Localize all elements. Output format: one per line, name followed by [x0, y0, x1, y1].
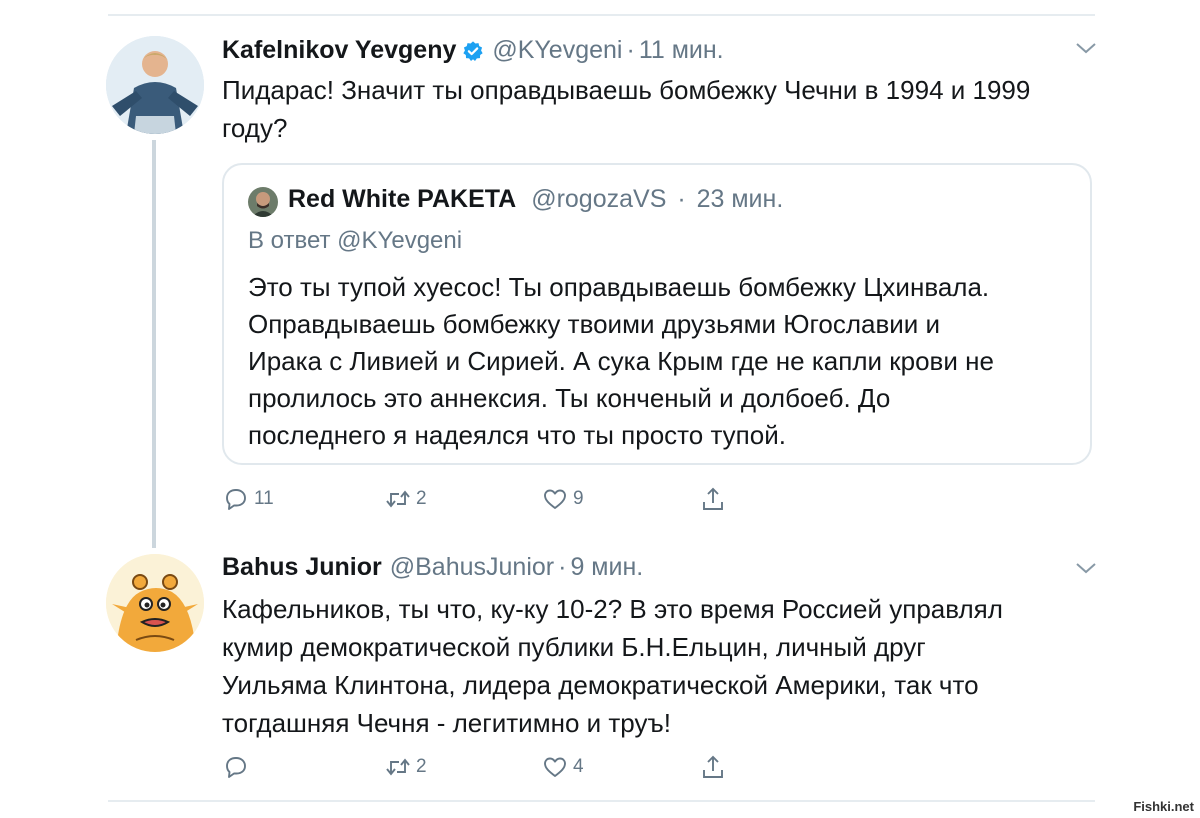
like-button[interactable]: 9 — [541, 485, 584, 513]
heart-icon — [544, 489, 566, 509]
avatar[interactable] — [106, 554, 204, 652]
avatar-cartoon-image — [106, 554, 204, 652]
verified-badge-icon — [463, 40, 483, 61]
quoted-avatar[interactable] — [248, 187, 278, 217]
tweet-text: Пидарас! Значит ты оправдываешь бомбежку… — [222, 71, 1092, 147]
author-name[interactable]: Bahus Junior — [222, 553, 382, 582]
separator-dot: · — [558, 553, 567, 581]
avatar-photo-image — [248, 187, 278, 217]
tweet-text: Кафельников, ты что, ку-ку 10-2? В это в… — [222, 590, 1092, 742]
tweet-text-line: Пидарас! Значит ты оправдываешь бомбежку… — [222, 75, 1031, 105]
avatar[interactable] — [106, 36, 204, 134]
separator-dot: · — [677, 185, 686, 213]
like-button[interactable]: 4 — [541, 753, 584, 781]
timestamp[interactable]: 9 мин. — [570, 553, 643, 582]
quoted-text-line: последнего я надеялся что ты просто тупо… — [248, 420, 786, 450]
tweet-text-line: тогдашняя Чечня - легитимно и труъ! — [222, 708, 671, 738]
chevron-down-icon[interactable] — [1074, 560, 1098, 576]
retweet-count: 2 — [416, 756, 427, 777]
top-divider — [108, 14, 1095, 16]
timestamp[interactable]: 11 мин. — [639, 36, 724, 65]
share-button[interactable] — [699, 753, 727, 781]
tweet-text-line: Кафельников, ты что, ку-ку 10-2? В это в… — [222, 594, 1003, 624]
quoted-text-line: Ирака с Ливией и Сирией. А сука Крым где… — [248, 346, 994, 376]
quoted-text-line: Оправдываешь бомбежку твоими друзьями Юг… — [248, 309, 941, 339]
like-count: 4 — [573, 756, 584, 777]
retweet-icon — [386, 490, 410, 508]
bottom-divider — [108, 800, 1095, 802]
retweet-icon — [386, 758, 410, 776]
retweet-count: 2 — [416, 488, 427, 509]
quoted-author-handle[interactable]: @rogozaVS — [531, 185, 666, 213]
quoted-timestamp[interactable]: 23 мин. — [697, 185, 784, 213]
share-icon — [703, 755, 723, 778]
author-handle[interactable]: @KYevgeni — [492, 36, 622, 65]
quoted-text-line: пролилось это аннексия. Ты конченый и до… — [248, 383, 891, 413]
reply-count: 11 — [254, 488, 274, 509]
thread-connector-line — [152, 140, 156, 548]
quoted-text-line: Это ты тупой хуесос! Ты оправдываешь бом… — [248, 272, 990, 302]
separator-dot: · — [626, 36, 635, 64]
share-icon — [703, 487, 723, 510]
quoted-header: Red White PAKETA @rogozaVS · 23 мин. — [288, 185, 783, 214]
like-count: 9 — [573, 488, 584, 509]
quoted-text: Это ты тупой хуесос! Ты оправдываешь бом… — [248, 269, 1078, 454]
reply-to-label: В ответ @KYevgeni — [248, 227, 463, 254]
heart-icon — [544, 757, 566, 777]
reply-button[interactable]: 11 — [222, 485, 274, 513]
reply-icon — [226, 489, 246, 510]
quoted-author-name[interactable]: Red White PAKETA — [288, 185, 516, 213]
tweet-header: Kafelnikov Yevgeny @KYevgeni · 11 мин. — [222, 36, 724, 65]
chevron-down-icon[interactable] — [1074, 40, 1098, 56]
reply-button[interactable] — [222, 753, 254, 781]
reply-icon — [226, 757, 246, 778]
author-handle[interactable]: @BahusJunior — [390, 553, 554, 582]
tweet-header: Bahus Junior @BahusJunior · 9 мин. — [222, 553, 643, 582]
retweet-button[interactable]: 2 — [384, 485, 427, 513]
watermark: Fishki.net — [1133, 799, 1194, 814]
tweet-text-line: кумир демократической публики Б.Н.Ельцин… — [222, 632, 926, 662]
share-button[interactable] — [699, 485, 727, 513]
retweet-button[interactable]: 2 — [384, 753, 427, 781]
avatar-photo-image — [106, 36, 204, 134]
quoted-tweet[interactable]: Red White PAKETA @rogozaVS · 23 мин. В о… — [222, 163, 1092, 465]
tweet-text-line: Уильяма Клинтона, лидера демократической… — [222, 670, 979, 700]
author-name[interactable]: Kafelnikov Yevgeny — [222, 36, 456, 65]
tweet-text-line: году? — [222, 113, 288, 143]
